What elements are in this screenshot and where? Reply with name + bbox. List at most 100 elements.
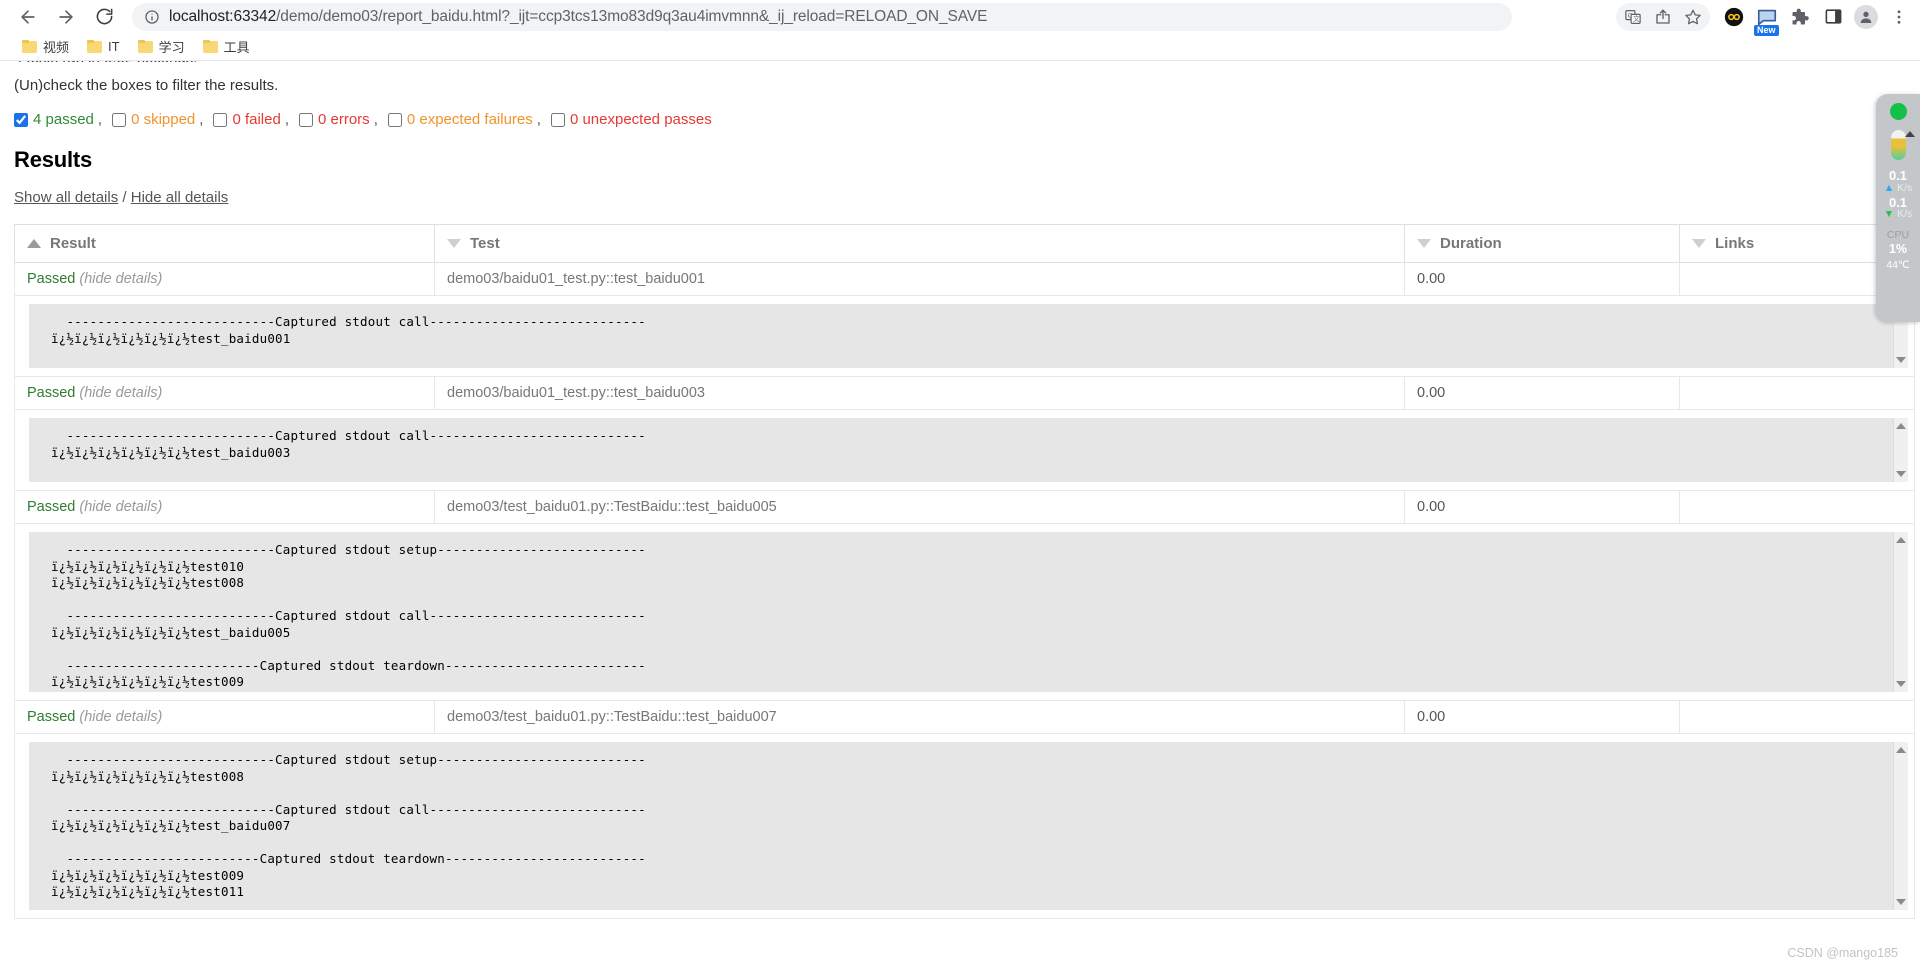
chrome-menu-icon[interactable] — [1884, 2, 1914, 32]
result-cell[interactable]: Passed (hide details) — [14, 262, 435, 296]
bookmark-item-2[interactable]: 学习 — [130, 34, 193, 59]
scroll-up-arrow-icon[interactable] — [1896, 423, 1906, 429]
links-cell — [1679, 490, 1915, 524]
share-icon[interactable] — [1648, 2, 1678, 32]
log-cell: ---------------------------Captured stdo… — [14, 733, 1915, 919]
scroll-down-arrow-icon[interactable] — [1896, 899, 1906, 905]
bookmark-item-0[interactable]: 视频 — [14, 34, 77, 59]
bookmark-label: IT — [108, 39, 120, 54]
scroll-down-arrow-icon[interactable] — [1896, 357, 1906, 363]
column-header-duration[interactable]: Duration — [1404, 224, 1680, 263]
hide-details-toggle[interactable]: (hide details) — [79, 499, 162, 515]
filter-checkbox-5[interactable] — [550, 112, 565, 127]
hide-all-details-link[interactable]: Hide all details — [131, 189, 229, 206]
scroll-down-arrow-icon[interactable] — [1896, 681, 1906, 687]
log-row: ---------------------------Captured stdo… — [14, 523, 1915, 701]
column-label: Test — [470, 235, 500, 252]
duration-cell: 0.00 — [1404, 262, 1680, 296]
filter-3: 0 errors — [299, 111, 370, 128]
log-row: ---------------------------Captured stdo… — [14, 409, 1915, 491]
filter-label-4: 0 expected failures — [406, 111, 533, 128]
bookmark-star-icon[interactable] — [1678, 2, 1708, 32]
log-cell: ---------------------------Captured stdo… — [14, 409, 1915, 491]
table-row[interactable]: Passed (hide details) demo03/baidu01_test.… — [14, 376, 1915, 410]
test-run-summary: 4 tests ran in 0.02 seconds. — [12, 61, 1908, 62]
bookmarks-bar: 视频 IT 学习 工具 — [0, 33, 1920, 61]
column-header-result[interactable]: Result — [14, 224, 435, 263]
status-badge: Passed — [27, 709, 76, 725]
address-bar[interactable]: localhost:63342/demo/demo03/report_baidu… — [132, 2, 1512, 31]
sidepanel-icon[interactable] — [1818, 2, 1848, 32]
toolbar-actions: G文 New — [1616, 0, 1914, 36]
bookmark-label: 工具 — [223, 40, 250, 55]
extensions-puzzle-icon[interactable] — [1785, 2, 1815, 32]
filter-0: 4 passed — [14, 111, 94, 128]
bookmark-item-1[interactable]: IT — [79, 36, 128, 57]
column-label: Result — [50, 235, 96, 252]
folder-icon — [202, 40, 218, 53]
duration-cell: 0.00 — [1404, 490, 1680, 524]
hide-details-toggle[interactable]: (hide details) — [79, 385, 162, 401]
show-all-details-link[interactable]: Show all details — [14, 189, 118, 206]
folder-icon — [22, 40, 37, 53]
filter-label-0: 4 passed — [33, 111, 94, 128]
filter-4: 0 expected failures — [387, 111, 533, 128]
upload-stat: 0.1 ▲ K/s — [1884, 169, 1913, 194]
filter-checkbox-3[interactable] — [299, 112, 313, 127]
back-icon[interactable] — [10, 2, 46, 32]
filter-checkbox-4[interactable] — [387, 112, 402, 127]
log-cell: ---------------------------Captured stdo… — [14, 295, 1915, 377]
filter-checkbox-2[interactable] — [213, 112, 228, 127]
scroll-down-arrow-icon[interactable] — [1896, 471, 1906, 477]
infinity-extension-icon[interactable] — [1719, 2, 1749, 32]
download-arrow-icon: ▼ — [1883, 208, 1895, 221]
url-host: localhost:63342 — [169, 7, 277, 25]
sort-desc-icon — [1692, 238, 1706, 248]
hide-details-toggle[interactable]: (hide details) — [79, 709, 162, 725]
duration-cell: 0.00 — [1404, 700, 1680, 734]
table-header-row: Result Test Duration Links — [14, 224, 1915, 263]
result-cell[interactable]: Passed (hide details) — [14, 490, 435, 524]
site-info-icon[interactable] — [144, 9, 160, 25]
cpu-value: 1% — [1888, 242, 1908, 257]
table-row[interactable]: Passed (hide details) demo03/test_baidu01.… — [14, 490, 1915, 524]
filter-label-5: 0 unexpected passes — [569, 111, 712, 128]
url-path: /demo/demo03/report_baidu.html?_ijt=ccp3… — [276, 7, 988, 25]
log-scrollbar[interactable] — [1893, 418, 1908, 482]
scroll-up-arrow-icon[interactable] — [1896, 747, 1906, 753]
network-monitor-widget[interactable]: 0.1 ▲ K/s 0.1 ▼ K/s CPU 1% 44℃ — [1876, 94, 1920, 322]
filter-checkbox-row: 4 passed, 0 skipped, 0 failed, 0 errors, 0 e… — [12, 111, 1908, 128]
filter-checkbox-1[interactable] — [112, 112, 127, 127]
filter-1: 0 skipped — [112, 111, 195, 128]
translate-icon[interactable]: G文 — [1618, 2, 1648, 32]
scroll-up-arrow-icon[interactable] — [1896, 537, 1906, 543]
test-id: demo03/test_baidu01.py::TestBaidu::test_… — [447, 499, 777, 515]
log-container: ---------------------------Captured stdo… — [29, 418, 1908, 482]
temperature-gauge-icon — [1890, 130, 1915, 160]
column-header-test[interactable]: Test — [434, 224, 1405, 263]
reload-icon[interactable] — [86, 2, 122, 32]
filter-5: 0 unexpected passes — [550, 111, 712, 128]
test-id: demo03/baidu01_test.py::test_baidu001 — [447, 271, 705, 287]
result-cell[interactable]: Passed (hide details) — [14, 700, 435, 734]
log-scrollbar[interactable] — [1893, 532, 1908, 692]
forward-icon[interactable] — [48, 2, 84, 32]
log-scrollbar[interactable] — [1893, 742, 1908, 910]
profile-avatar[interactable] — [1851, 2, 1881, 32]
filter-separator-0: , — [97, 111, 103, 128]
filter-checkbox-0[interactable] — [14, 112, 28, 127]
filter-separator-1: , — [199, 111, 204, 128]
result-cell[interactable]: Passed (hide details) — [14, 376, 435, 410]
screenshot-extension-icon[interactable]: New — [1752, 2, 1782, 36]
table-row[interactable]: Passed (hide details) demo03/baidu01_test.… — [14, 262, 1915, 296]
bookmark-item-3[interactable]: 工具 — [195, 34, 258, 59]
duration-value: 0.00 — [1417, 385, 1446, 401]
detail-toggle-links: Show all details / Hide all details — [12, 189, 1908, 206]
table-row[interactable]: Passed (hide details) demo03/test_baidu01.… — [14, 700, 1915, 734]
hide-details-toggle[interactable]: (hide details) — [79, 271, 162, 287]
download-unit-label: K/s — [1897, 208, 1913, 221]
filter-label-1: 0 skipped — [131, 111, 196, 128]
expand-caret-icon[interactable] — [1904, 131, 1915, 137]
upload-unit: ▲ K/s — [1884, 182, 1913, 194]
filter-separator-4: , — [536, 111, 541, 128]
